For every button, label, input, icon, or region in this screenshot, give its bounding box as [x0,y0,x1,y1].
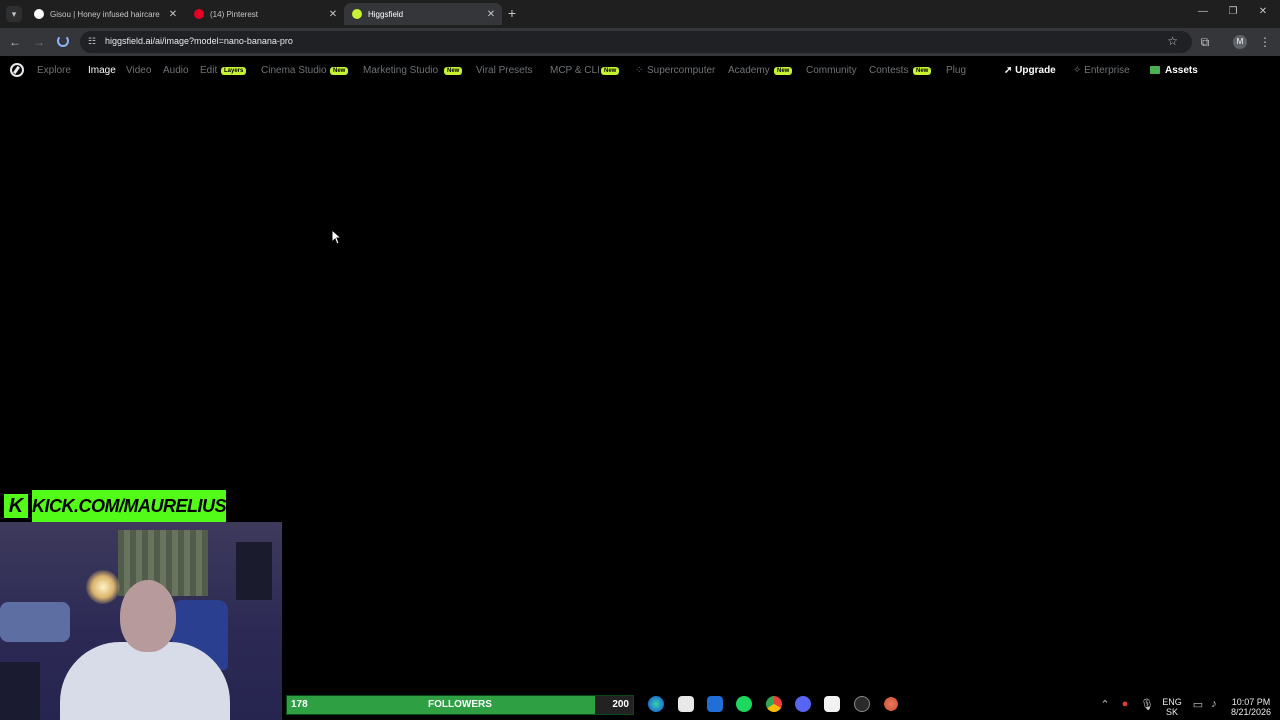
browser-tab-bar: ▾ Gisou | Honey infused haircare ✕ (14) … [0,0,1280,28]
extensions-icon[interactable]: ⧉ [1197,34,1213,50]
tab-search-icon[interactable]: ▾ [6,6,22,22]
webcam-feed [0,522,282,720]
address-bar[interactable]: ☷ higgsfield.ai/ai/image?model=nano-bana… [80,31,1192,53]
tray-overflow-icon[interactable]: ⌃ [1098,698,1112,711]
tray-app-icon[interactable]: ● [1118,698,1132,710]
pinterest-favicon-icon [194,9,204,19]
mouse-cursor-icon [331,229,343,245]
restore-icon[interactable]: ❐ [1226,6,1240,17]
chatgpt-icon[interactable] [854,696,870,712]
spotify-icon[interactable] [736,696,752,712]
gisou-favicon-icon [34,9,44,19]
chrome-icon[interactable] [766,696,782,712]
enterprise-label: Enterprise [1084,65,1130,76]
rocket-icon: ➚ [1004,65,1016,76]
new-badge: New [774,67,793,75]
layers-badge: Layers [221,67,247,75]
close-window-icon[interactable]: ✕ [1256,6,1270,17]
bookmark-star-icon[interactable]: ☆ [1167,34,1178,48]
folder-icon [1150,66,1160,74]
tab-gisou[interactable]: Gisou | Honey infused haircare ✕ [26,3,184,25]
tab-close-icon[interactable]: ✕ [166,9,180,20]
webcam-lamp [86,570,120,604]
followers-goal: 200 [612,699,629,710]
nav-edit[interactable]: Edit [200,65,217,76]
kick-banner: K KICK.COM/MAURELIUSS [4,490,238,522]
url-text[interactable]: higgsfield.ai/ai/image?model=nano-banana… [105,36,293,46]
discord-icon[interactable] [795,696,811,712]
assets-button[interactable]: Assets [1150,65,1198,76]
language-sub: SK [1165,707,1178,717]
nav-audio[interactable]: Audio [163,65,189,76]
minimize-icon[interactable]: — [1196,6,1210,17]
profile-avatar[interactable]: M [1233,35,1247,49]
tab-higgsfield[interactable]: Higgsfield ✕ [344,3,502,25]
network-icon[interactable]: ▭ [1191,698,1205,711]
higgsfield-favicon-icon [352,9,362,19]
assets-label: Assets [1165,65,1198,76]
nav-cinema-studio[interactable]: Cinema Studio [261,65,327,76]
new-badge: New [913,67,932,75]
volume-icon[interactable]: ♪ [1207,698,1221,710]
new-badge: New [601,67,620,75]
new-badge: New [444,67,463,75]
upgrade-label: Upgrade [1015,65,1056,76]
nav-contests[interactable]: Contests [869,65,908,76]
capcut-icon[interactable] [824,696,840,712]
clock-date: 8/21/2026 [1230,707,1272,717]
nav-viral-presets[interactable]: Viral Presets [476,65,533,76]
new-badge: New [330,67,349,75]
nav-academy[interactable]: Academy [728,65,770,76]
sparkle-icon: ✧ [1073,65,1085,76]
followers-goal-bar: 178 FOLLOWERS 200 [286,695,634,715]
higgsfield-logo-icon[interactable] [10,63,24,77]
nav-marketing-studio[interactable]: Marketing Studio [363,65,438,76]
browser-menu-icon[interactable]: ⋮ [1257,34,1273,50]
nav-plug[interactable]: Plug [946,65,966,76]
grid-icon: ⁘ [635,65,644,76]
microphone-icon[interactable]: 🎙 [1140,698,1154,711]
tab-close-icon[interactable]: ✕ [326,9,340,20]
upgrade-button[interactable]: ➚ Upgrade [1004,65,1056,76]
site-nav: Explore Image Video Audio Edit Layers Ci… [0,56,1280,84]
nav-video[interactable]: Video [126,65,151,76]
mail-icon[interactable] [707,696,723,712]
webcam-person-head [120,580,176,652]
tab-close-icon[interactable]: ✕ [484,9,498,20]
site-info-icon[interactable]: ☷ [88,36,98,46]
language-code: ENG [1162,697,1182,707]
webcam-desk [0,662,40,720]
nav-explore[interactable]: Explore [37,65,71,76]
nav-image[interactable]: Image [88,65,116,76]
tab-title: Higgsfield [368,9,404,19]
enterprise-link[interactable]: ✧ Enterprise [1073,65,1130,76]
nav-mcp-cli[interactable]: MCP & CLI [550,65,600,76]
tab-title: (14) Pinterest [210,9,259,19]
tab-pinterest[interactable]: (14) Pinterest ✕ [186,3,344,25]
back-icon[interactable]: ← [7,34,23,50]
nav-community[interactable]: Community [806,65,857,76]
page-loading-spinner-icon [57,35,69,47]
webcam-sofa [0,602,70,642]
clock-time: 10:07 PM [1231,697,1271,707]
new-tab-button[interactable]: + [505,5,519,21]
clock[interactable]: 10:07 PM 8/21/2026 [1224,697,1278,717]
webcam-person-body [60,642,230,720]
browser-toolbar: ← → ☷ higgsfield.ai/ai/image?model=nano-… [0,28,1280,56]
kick-logo-icon: K [4,494,28,518]
tab-title: Gisou | Honey infused haircare [50,9,160,19]
nav-supercomputer[interactable]: Supercomputer [647,65,715,76]
claude-icon[interactable] [883,696,899,712]
forward-icon[interactable]: → [31,34,47,50]
webcam-poster [236,542,272,600]
edge-icon[interactable] [648,696,664,712]
followers-label: FOLLOWERS [428,699,492,710]
kick-channel-url: KICK.COM/MAURELIUSS [32,490,238,522]
language-indicator[interactable]: ENG SK [1160,697,1184,717]
store-icon[interactable] [678,696,694,712]
